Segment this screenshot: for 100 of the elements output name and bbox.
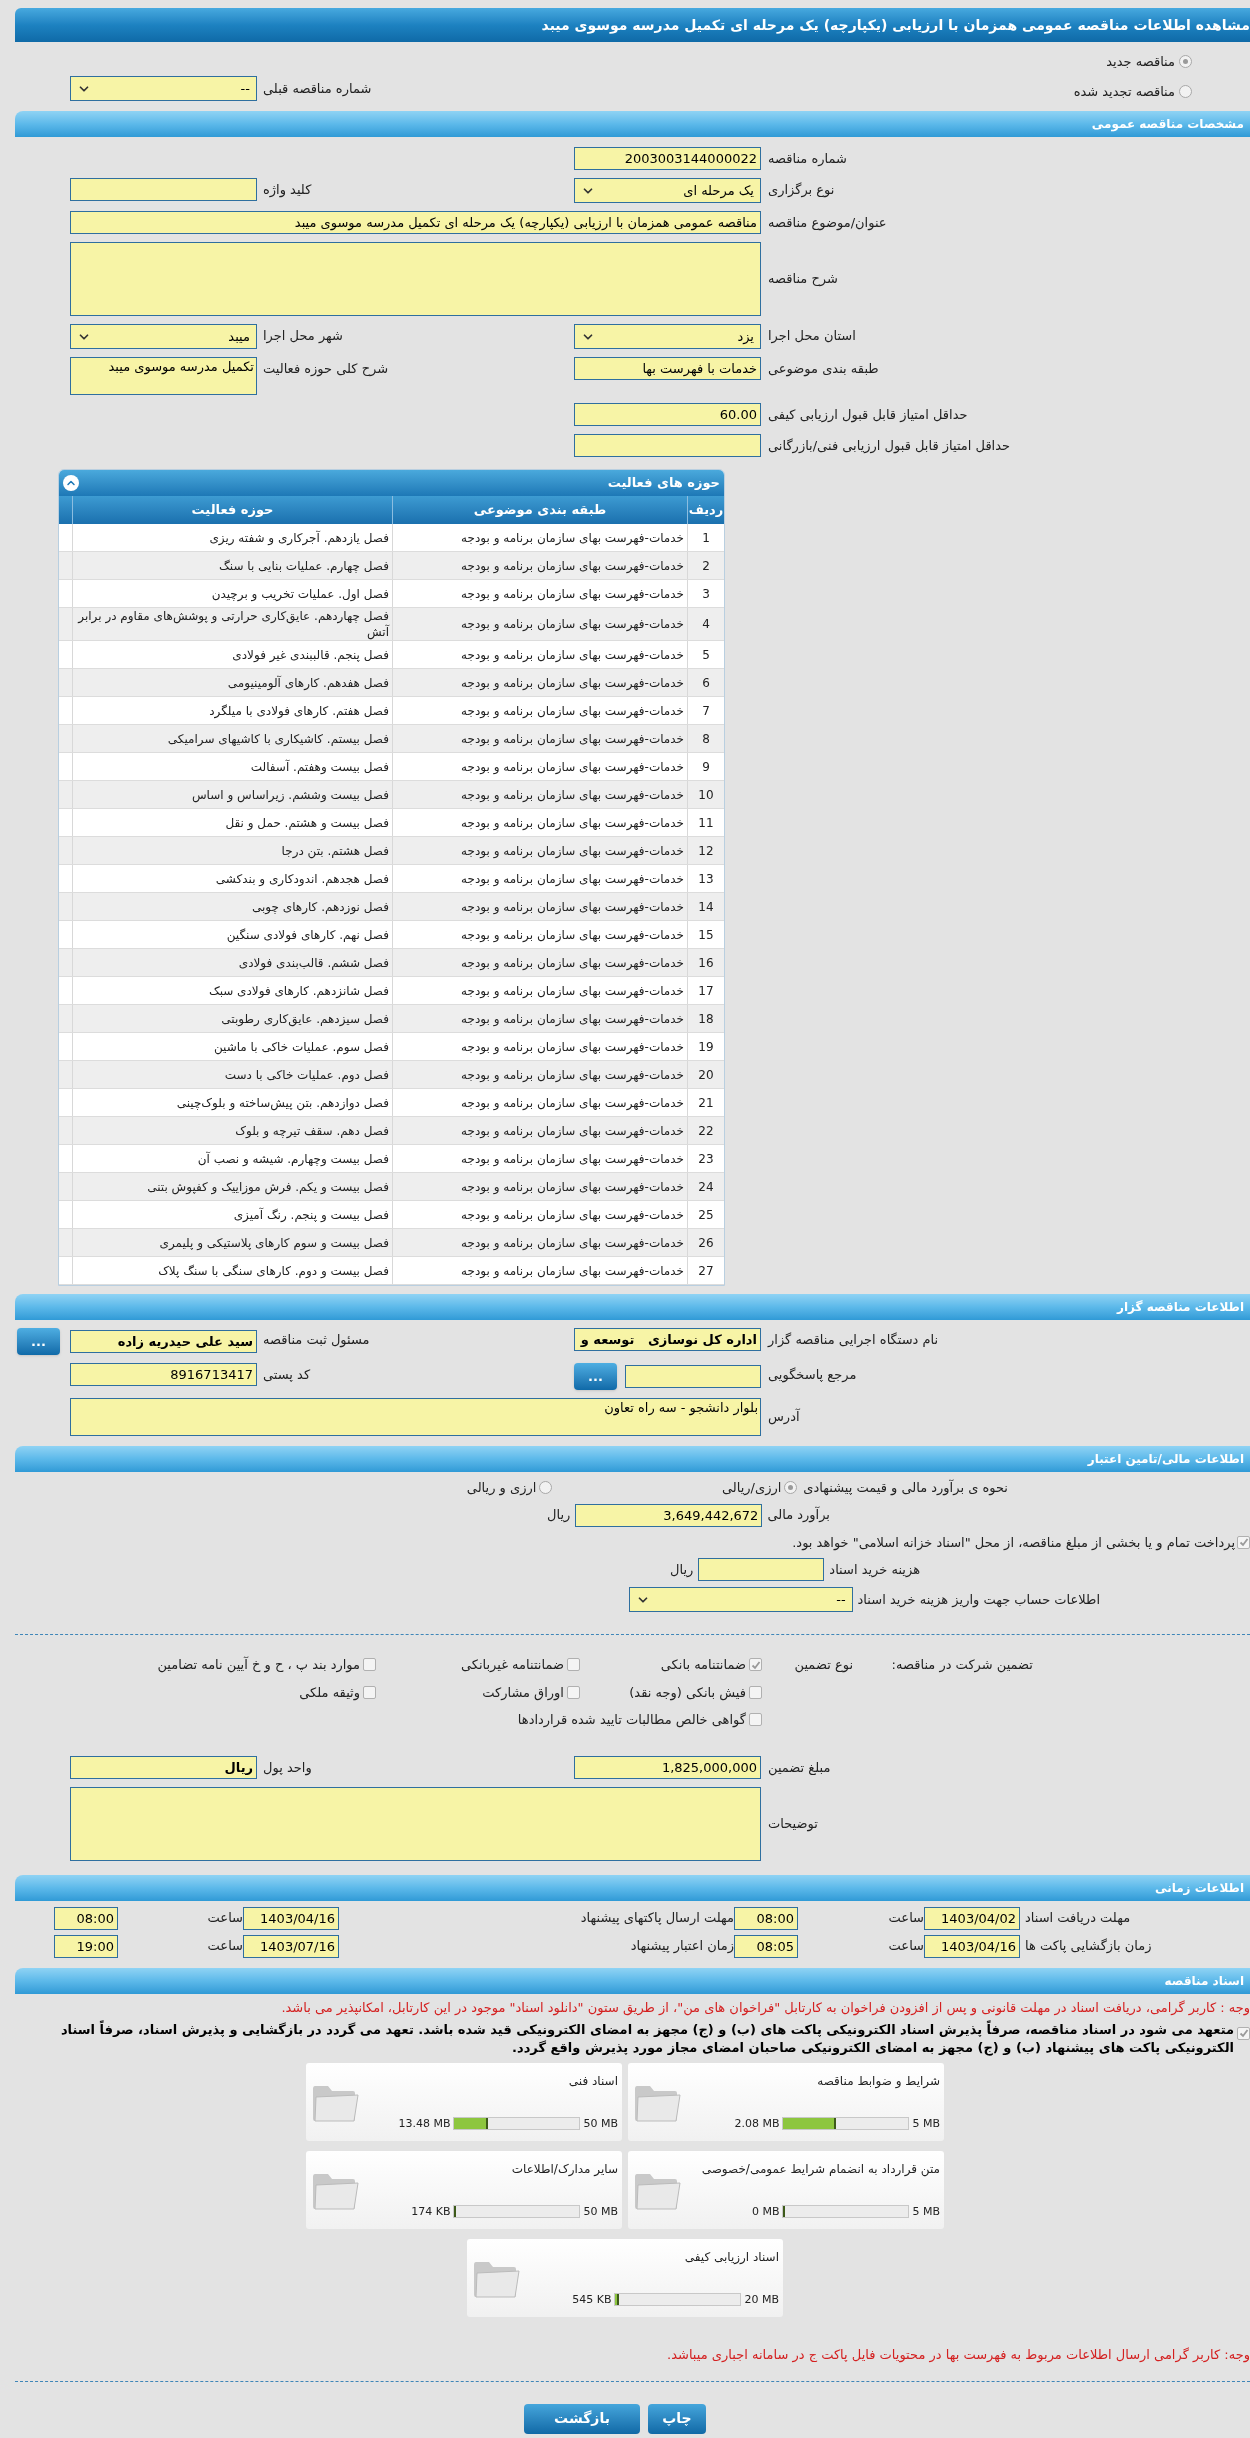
text-field[interactable]: 19:00 <box>54 1934 118 1958</box>
text-area[interactable]: تکمیل مدرسه موسوی میبد <box>70 357 257 395</box>
table-cell: خدمات-فهرست بهای سازمان برنامه و بودجه <box>392 949 687 976</box>
used-size: 13.48 MB <box>398 2115 451 2132</box>
checkbox[interactable] <box>1237 1535 1250 1549</box>
checkbox[interactable] <box>1237 2026 1250 2040</box>
table-cell: فصل هفتم. کارهای فولادی با میلگرد <box>72 697 392 724</box>
text-field[interactable]: 1403/04/16 <box>243 1906 339 1930</box>
used-size: 174 KB <box>411 2203 451 2220</box>
text-field[interactable] <box>698 1558 825 1581</box>
table-cell: فصل بیست و هشتم. حمل و نقل <box>72 809 392 836</box>
radio-button[interactable] <box>539 1481 553 1495</box>
table-cell: فصل بیست وهفتم. آسفالت <box>72 753 392 780</box>
text-field[interactable]: 1403/04/02 <box>924 1906 1020 1930</box>
dropdown[interactable]: -- <box>70 76 257 101</box>
browse-button[interactable]: ... <box>574 1363 617 1390</box>
table-cell: خدمات-فهرست بهای سازمان برنامه و بودجه <box>392 1033 687 1060</box>
text-area[interactable] <box>70 242 761 316</box>
field-label: ساعت <box>206 1909 243 1928</box>
field-label: مناقصه تجدید شده <box>1073 82 1175 101</box>
text-field[interactable] <box>574 434 761 457</box>
text-field[interactable]: 1,825,000,000 <box>574 1755 761 1779</box>
text-field[interactable]: 1403/07/16 <box>243 1934 339 1958</box>
radio-button[interactable] <box>1179 55 1192 69</box>
file-title: سایر مدارک/اطلاعات <box>510 2161 618 2178</box>
table-cell: فصل دهم. سقف تیرچه و بلوک <box>72 1117 392 1144</box>
notice-text: وجه: کاربر گرامی ارسال اطلاعات مربوط به فهرست بها در محتویات فایل پاکت ج در سامانه اجباری میباشد. <box>666 2346 1250 2365</box>
checkbox[interactable] <box>749 1713 762 1727</box>
table-cell: 13 <box>687 865 724 892</box>
field-label: اوراق مشارکت <box>482 1683 564 1702</box>
field-label: طبقه بندی موضوعی <box>768 360 879 379</box>
text-field[interactable] <box>625 1365 761 1388</box>
text-field[interactable]: ریال <box>70 1755 257 1779</box>
table-cell: 1 <box>687 524 724 551</box>
text-area[interactable] <box>70 1786 761 1861</box>
checkbox[interactable] <box>567 1658 580 1672</box>
table-cell: 6 <box>687 669 724 696</box>
browse-button[interactable]: ... <box>17 1328 60 1355</box>
text-field[interactable]: اداره کل نوسازی توسعه و <box>574 1328 761 1351</box>
dropdown[interactable]: میبد <box>70 324 257 349</box>
table-cell: فصل بیستم. کاشیکاری با کاشیهای سرامیکی <box>72 725 392 752</box>
file-title: متن قرارداد به انضمام شرایط عمومی/خصوصی <box>700 2161 940 2178</box>
dropdown[interactable]: یک مرحله ای <box>574 178 761 203</box>
table-cell: خدمات-فهرست بهای سازمان برنامه و بودجه <box>392 1257 687 1284</box>
text-field[interactable]: 2003003144000022 <box>574 147 761 170</box>
text-field[interactable]: سید علی حیدریه زاده <box>70 1330 257 1353</box>
dropdown[interactable]: -- <box>628 1587 853 1612</box>
table-cell: 15 <box>687 921 724 948</box>
panel-title: حوزه های فعالیت <box>607 474 720 493</box>
text-area[interactable]: بلوار دانشجو - سه راه تعاون <box>70 1398 761 1436</box>
table-cell: فصل شانزدهم. کارهای فولادی سبک <box>72 977 392 1004</box>
text-field[interactable] <box>70 178 257 201</box>
table-cell: خدمات-فهرست بهای سازمان برنامه و بودجه <box>392 524 687 551</box>
action-button[interactable]: بازگشت <box>524 2403 640 2434</box>
table-cell: خدمات-فهرست بهای سازمان برنامه و بودجه <box>392 1173 687 1200</box>
text-field[interactable]: 8916713417 <box>70 1363 257 1386</box>
checkbox[interactable] <box>749 1658 762 1672</box>
text-field[interactable]: 3,649,442,672 <box>575 1503 763 1527</box>
table-cell: فصل هفدهم. کارهای آلومینیومی <box>72 669 392 696</box>
table-cell: 14 <box>687 893 724 920</box>
table-cell: خدمات-فهرست بهای سازمان برنامه و بودجه <box>392 669 687 696</box>
radio-button[interactable] <box>784 1481 798 1495</box>
table-cell: فصل اول. عملیات تخریب و برچیدن <box>72 580 392 607</box>
table-cell: 27 <box>687 1257 724 1284</box>
text-field[interactable]: مناقصه عمومی همزمان با ارزیابی (یکپارچه) یک مرحله ای تکمیل مدرسه موسوی میبد <box>70 211 761 234</box>
table-cell: خدمات-فهرست بهای سازمان برنامه و بودجه <box>392 608 687 640</box>
dropdown[interactable]: یزد <box>574 324 761 349</box>
table-cell: خدمات-فهرست بهای سازمان برنامه و بودجه <box>392 641 687 668</box>
field-label: حداقل امتیاز قابل قبول ارزیابی کیفی <box>768 406 968 425</box>
field-label: مرجع پاسخگویی <box>768 1366 857 1385</box>
checkbox[interactable] <box>363 1658 376 1672</box>
text-field[interactable]: خدمات با فهرست بها <box>574 357 761 380</box>
table-cell: خدمات-فهرست بهای سازمان برنامه و بودجه <box>392 1201 687 1228</box>
text-field[interactable]: 08:00 <box>54 1906 118 1930</box>
field-label: ریال <box>670 1560 694 1579</box>
table-cell: 4 <box>687 608 724 640</box>
checkbox[interactable] <box>749 1685 762 1699</box>
checkbox[interactable] <box>363 1685 376 1699</box>
section-header: اطلاعات مالی/تامین اعتبار <box>15 1446 1250 1472</box>
text-field[interactable]: 1403/04/16 <box>924 1934 1020 1958</box>
table-cell: فصل بیست و پنجم. رنگ آمیزی <box>72 1201 392 1228</box>
used-size: 0 MB <box>751 2203 780 2220</box>
field-label: هزینه خرید اسناد <box>829 1560 920 1579</box>
text-field[interactable]: 08:05 <box>734 1934 798 1958</box>
field-label: مناقصه جدید <box>1106 53 1175 71</box>
text-field[interactable]: 08:00 <box>734 1906 798 1930</box>
table-cell: فصل سوم. عملیات خاکی با ماشین <box>72 1033 392 1060</box>
table-cell: خدمات-فهرست بهای سازمان برنامه و بودجه <box>392 552 687 579</box>
field-label: گواهی خالص مطالبات تایید شده قراردادها <box>517 1711 746 1730</box>
collapse-icon[interactable] <box>63 475 79 491</box>
radio-button[interactable] <box>1179 84 1192 98</box>
field-label: موارد بند پ ، ح و خ آیین نامه تضامین <box>157 1655 360 1675</box>
table-cell: خدمات-فهرست بهای سازمان برنامه و بودجه <box>392 1005 687 1032</box>
text-field[interactable]: 60.00 <box>574 403 761 426</box>
field-label: شهر محل اجرا <box>263 327 343 346</box>
table-cell: 5 <box>687 641 724 668</box>
checkbox[interactable] <box>567 1685 580 1699</box>
action-button[interactable]: چاپ <box>648 2403 706 2434</box>
table-cell: خدمات-فهرست بهای سازمان برنامه و بودجه <box>392 893 687 920</box>
field-label: ضمانتنامه بانکی <box>660 1656 746 1674</box>
